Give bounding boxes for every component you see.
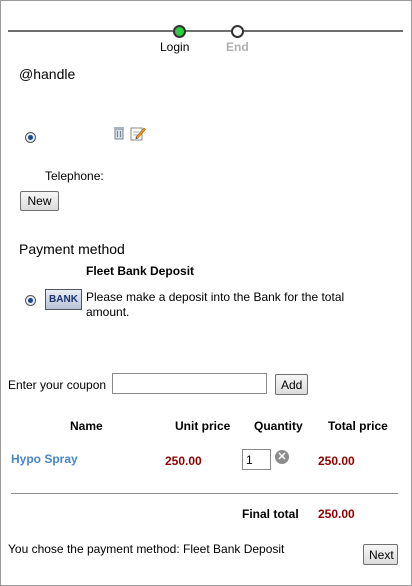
table-divider — [11, 493, 398, 494]
new-button[interactable]: New — [20, 191, 59, 211]
step-end-indicator — [231, 25, 244, 38]
payment-method-radio[interactable] — [25, 295, 36, 306]
coupon-label: Enter your coupon — [8, 378, 107, 392]
payment-section-title: Payment method — [19, 241, 125, 257]
chosen-payment-message: You chose the payment method: Fleet Bank… — [8, 542, 285, 556]
user-handle: @handle — [19, 66, 76, 82]
bank-logo: BANK — [45, 289, 82, 310]
column-header-quantity: Quantity — [254, 419, 303, 433]
telephone-label: Telephone: — [45, 169, 104, 183]
step-login-label: Login — [160, 40, 190, 54]
progress-track — [8, 30, 403, 32]
item-total-price: 250.00 — [318, 454, 355, 468]
next-button[interactable]: Next — [363, 544, 398, 565]
add-coupon-button[interactable]: Add — [275, 374, 308, 395]
column-header-total-price: Total price — [328, 419, 388, 433]
quantity-input[interactable] — [242, 449, 271, 470]
coupon-input[interactable] — [112, 373, 267, 394]
account-radio[interactable] — [25, 132, 36, 143]
final-total-value: 250.00 — [318, 507, 355, 521]
payment-method-description: Please make a deposit into the Bank for … — [86, 290, 345, 319]
product-link[interactable]: Hypo Spray — [11, 452, 78, 466]
unit-price: 250.00 — [165, 454, 202, 468]
step-login-indicator — [173, 25, 186, 38]
column-header-name: Name — [70, 419, 103, 433]
delete-icon[interactable] — [114, 126, 124, 140]
payment-method-name: Fleet Bank Deposit — [86, 264, 195, 278]
edit-icon[interactable] — [130, 126, 146, 141]
final-total-label: Final total — [242, 507, 299, 521]
column-header-unit-price: Unit price — [175, 419, 231, 433]
remove-item-icon[interactable]: ✕ — [275, 450, 289, 464]
step-end-label: End — [226, 40, 249, 54]
